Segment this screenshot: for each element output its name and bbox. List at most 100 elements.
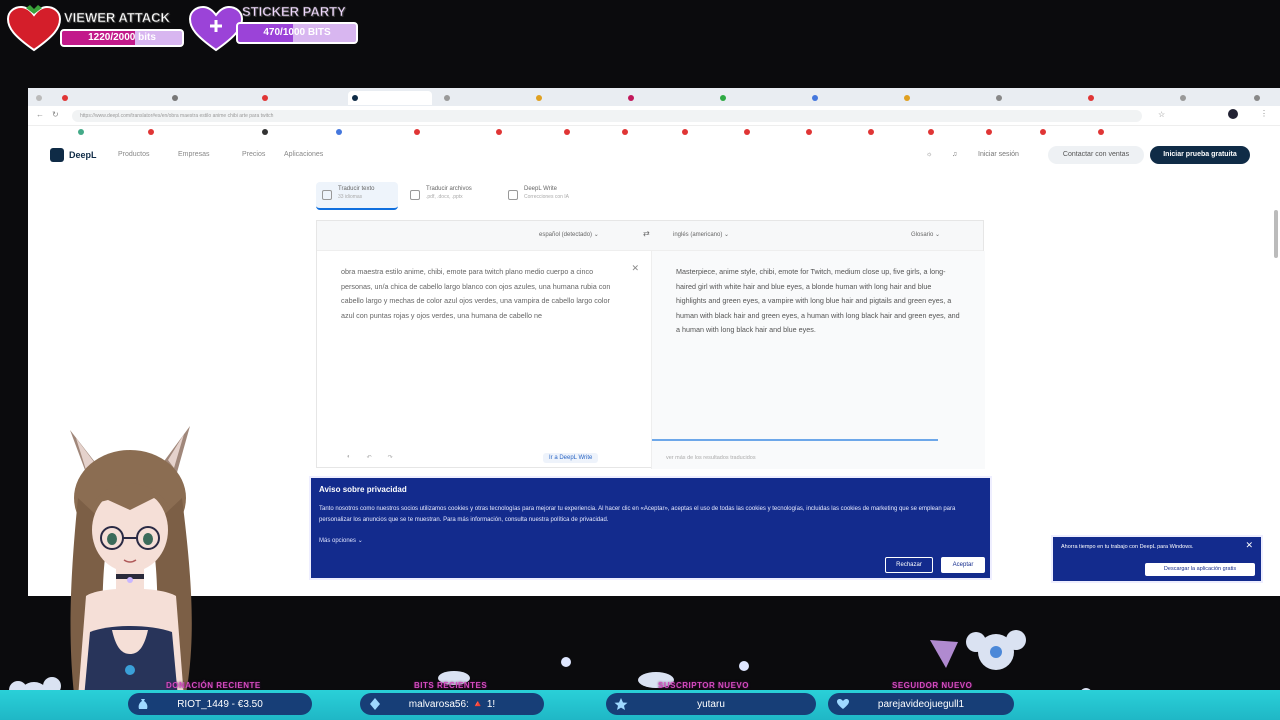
login-link[interactable]: Iniciar sesión — [978, 151, 1019, 158]
mode-sub: .pdf, .docx, .pptx — [426, 194, 463, 200]
bookmark[interactable] — [148, 129, 154, 135]
tab-menu[interactable] — [32, 91, 50, 105]
clear-text-icon[interactable]: ✕ — [631, 263, 639, 274]
tab[interactable] — [1176, 91, 1216, 105]
bookmark[interactable] — [564, 129, 570, 135]
new-follower-label: SEGUIDOR NUEVO — [892, 681, 973, 690]
nav-products[interactable]: Productos — [118, 151, 150, 158]
tab[interactable] — [440, 91, 524, 105]
more-options-label: Más opciones — [319, 538, 357, 544]
heart-icon — [836, 697, 850, 711]
pen-icon — [508, 190, 518, 200]
text-icon — [322, 190, 332, 200]
page-scrollbar[interactable] — [1274, 210, 1278, 258]
windows-app-toast: Ahorra tiempo en tu trabajo con DeepL pa… — [1051, 535, 1263, 583]
profile-avatar[interactable] — [1228, 109, 1238, 119]
tab[interactable] — [992, 91, 1076, 105]
bookmarks-bar — [28, 126, 1280, 140]
mode-sub: Correcciones con IA — [524, 194, 570, 200]
tab-deepl-active[interactable] — [348, 91, 432, 105]
new-subscriber-value: yutaru — [697, 698, 725, 710]
reject-button[interactable]: Rechazar — [885, 557, 933, 573]
window-controls[interactable] — [1250, 91, 1274, 105]
deepl-logo[interactable]: DeepL — [50, 148, 97, 162]
tab[interactable] — [258, 91, 342, 105]
tab[interactable] — [58, 91, 146, 105]
bookmark[interactable] — [414, 129, 420, 135]
source-text[interactable]: obra maestra estilo anime, chibi, emote … — [341, 265, 621, 323]
listen-icon[interactable]: ◐ — [347, 454, 351, 461]
free-trial-button[interactable]: Iniciar prueba gratuita — [1150, 146, 1250, 164]
source-language-label: español (detectado) — [539, 232, 593, 238]
stream-frame: VIEWER ATTACK 1220/2000 bits STICKER PAR… — [0, 0, 1280, 720]
recent-bits-pill: malvarosa56: 🔺 1! — [360, 693, 544, 715]
mode-sub: 33 idiomas — [338, 194, 363, 200]
bookmark[interactable] — [986, 129, 992, 135]
nav-apps[interactable]: Aplicaciones — [284, 151, 323, 158]
tab[interactable] — [716, 91, 800, 105]
target-language-select[interactable]: inglés (americano) ⌄ — [673, 231, 729, 238]
language-bar: español (detectado) ⌄ ⇄ inglés (american… — [317, 221, 983, 251]
sticker-party-progress-bar: 470/1000 BITS — [236, 22, 358, 44]
source-text-pane[interactable]: obra maestra estilo anime, chibi, emote … — [317, 251, 651, 469]
tab[interactable] — [532, 91, 616, 105]
bookmark[interactable] — [1040, 129, 1046, 135]
close-icon[interactable]: ✕ — [1245, 540, 1253, 551]
address-bar: ← ↻ https://www.deepl.com/translator#es/… — [28, 106, 1280, 126]
sticker-party-progress-text: 470/1000 BITS — [263, 27, 331, 38]
tab-strip — [28, 88, 1280, 106]
bookmark[interactable] — [682, 129, 688, 135]
back-arrow-icon[interactable]: ← — [36, 110, 44, 119]
tab-translate-files[interactable]: Traducir archivos .pdf, .docx, .pptx — [404, 182, 492, 210]
notification-bell-icon[interactable]: ♫ — [952, 151, 957, 158]
contact-sales-button[interactable]: Contactar con ventas — [1048, 146, 1144, 164]
nav-business[interactable]: Empresas — [178, 151, 210, 158]
tab[interactable] — [808, 91, 892, 105]
bookmark[interactable] — [78, 129, 84, 135]
theme-icon[interactable]: ☼ — [926, 151, 932, 158]
tab[interactable] — [1084, 91, 1168, 105]
bookmark[interactable] — [262, 129, 268, 135]
new-subscriber-pill: yutaru — [606, 693, 816, 715]
bookmark[interactable] — [868, 129, 874, 135]
deepl-logo-text: DeepL — [69, 150, 97, 160]
tab-deepl-write[interactable]: DeepL Write Correcciones con IA — [502, 182, 592, 210]
privacy-banner: Aviso sobre privacidad Tanto nosotros co… — [309, 476, 992, 580]
target-footer[interactable]: ver más de los resultados traducidos — [666, 455, 756, 461]
target-text-pane: Masterpiece, anime style, chibi, emote f… — [651, 251, 985, 469]
bookmark[interactable] — [336, 129, 342, 135]
url-field[interactable]: https://www.deepl.com/translator#es/en/o… — [72, 110, 1142, 122]
viewer-attack-progress-text: 1220/2000 bits — [88, 32, 156, 43]
bookmark[interactable] — [496, 129, 502, 135]
star-bookmark-icon[interactable]: ☆ — [1158, 110, 1165, 119]
redo-icon[interactable]: ↷ — [388, 454, 393, 461]
bookmark[interactable] — [744, 129, 750, 135]
bookmark[interactable] — [928, 129, 934, 135]
accept-button[interactable]: Aceptar — [941, 557, 985, 573]
bits-gem-icon — [368, 697, 382, 711]
viewer-attack-widget: VIEWER ATTACK 1220/2000 bits — [4, 4, 184, 52]
deepl-logo-icon — [50, 148, 64, 162]
tab[interactable] — [900, 91, 984, 105]
menu-kebab-icon[interactable]: ⋮ — [1260, 109, 1268, 118]
more-options-link[interactable]: Más opciones ⌄ — [319, 537, 363, 544]
bookmark[interactable] — [622, 129, 628, 135]
bookmark[interactable] — [1098, 129, 1104, 135]
viewer-attack-progress-bar: 1220/2000 bits — [60, 29, 184, 47]
undo-icon[interactable]: ↶ — [367, 454, 372, 461]
download-app-button[interactable]: Descargar la aplicación gratis — [1145, 563, 1255, 576]
bookmark[interactable] — [806, 129, 812, 135]
reload-icon[interactable]: ↻ — [52, 110, 59, 119]
tab[interactable] — [168, 91, 248, 105]
mode-label: Traducir archivos — [426, 186, 472, 192]
tab-translate-text[interactable]: Traducir texto 33 idiomas — [316, 182, 398, 210]
go-to-write-button[interactable]: Ir a DeepL Write — [543, 453, 599, 463]
glossary-select[interactable]: Glosario ⌄ — [911, 231, 940, 238]
privacy-title: Aviso sobre privacidad — [319, 485, 407, 494]
new-follower-pill: parejavideojuegull1 — [828, 693, 1014, 715]
nav-pricing[interactable]: Precios — [242, 151, 265, 158]
swap-languages-icon[interactable]: ⇄ — [643, 229, 650, 238]
source-language-select[interactable]: español (detectado) ⌄ — [539, 231, 599, 238]
tab[interactable] — [624, 91, 708, 105]
star-icon — [614, 697, 628, 711]
